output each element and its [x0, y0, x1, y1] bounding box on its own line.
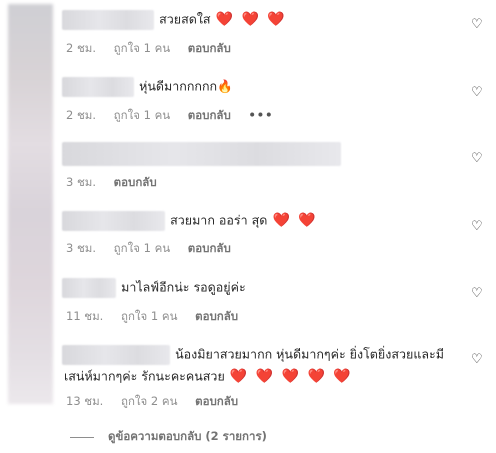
heart-emojis: ❤️ ❤️ ❤️ [215, 11, 287, 28]
like-count[interactable]: ถูกใจ 1 คน [121, 309, 177, 323]
timestamp: 2 ชม. [66, 41, 97, 55]
view-replies-label: ดูข้อความตอบกลับ (2 รายการ) [108, 429, 267, 443]
comment-text-line-2: เสน่ห์มากๆค่ะ รักนะคะคนสวย [64, 368, 225, 384]
comment-4-meta: 3 ชม. ถูกใจ 1 คน ตอบกลับ [66, 240, 245, 258]
like-count[interactable]: ถูกใจ 2 คน [121, 394, 177, 408]
view-replies-button[interactable]: ดูข้อความตอบกลับ (2 รายการ) [70, 428, 267, 446]
comment-1-meta: 2 ชม. ถูกใจ 1 คน ตอบกลับ [66, 40, 245, 58]
heart-outline-icon[interactable]: ♡ [471, 287, 484, 300]
comment-4: สวยมาก ออร่า สุด ❤️ ❤️ [62, 210, 496, 231]
divider-line [70, 436, 94, 438]
username-blurred[interactable] [62, 210, 165, 231]
comment-6-meta: 13 ชม. ถูกใจ 2 คน ตอบกลับ [66, 393, 252, 411]
heart-emojis: ❤️ ❤️ ❤️ ❤️ ❤️ [229, 368, 353, 385]
heart-outline-icon[interactable]: ♡ [471, 353, 484, 366]
heart-outline-icon[interactable]: ♡ [471, 86, 484, 99]
heart-outline-icon[interactable]: ♡ [471, 220, 484, 233]
comment-text: สวยสดใส [159, 11, 211, 27]
username-blurred[interactable] [62, 76, 134, 97]
reply-button[interactable]: ตอบกลับ [114, 175, 157, 189]
reply-button[interactable]: ตอบกลับ [195, 394, 238, 408]
reply-button[interactable]: ตอบกลับ [188, 108, 231, 122]
comment-text: มาไลฟ์อีกน่ะ รอดูอยู่ค่ะ [121, 279, 246, 295]
timestamp: 11 ชม. [66, 309, 104, 323]
username-blurred[interactable] [62, 344, 170, 365]
comment-6: น้องมิยาสวยมากก หุ่นดีมากๆค่ะ ยิ่งโตยิ่ง… [62, 344, 496, 365]
username-blurred[interactable] [62, 9, 154, 30]
comment-text-line-1: น้องมิยาสวยมากก หุ่นดีมากๆค่ะ ยิ่งโตยิ่ง… [175, 346, 444, 362]
heart-outline-icon[interactable]: ♡ [471, 152, 484, 165]
reply-button[interactable]: ตอบกลับ [188, 41, 231, 55]
more-options-icon[interactable]: ••• [248, 108, 273, 122]
comment-3 [62, 142, 496, 166]
comment-2: หุ่นดีมากกกกก🔥 [62, 76, 496, 97]
comment-6-line-2: เสน่ห์มากๆค่ะ รักนะคะคนสวย ❤️ ❤️ ❤️ ❤️ ❤… [64, 366, 496, 387]
avatar-column [8, 4, 53, 404]
heart-emojis: ❤️ ❤️ [272, 212, 318, 229]
comment-2-meta: 2 ชม. ถูกใจ 1 คน ตอบกลับ ••• [66, 107, 288, 125]
comment-3-meta: 3 ชม. ตอบกลับ [66, 174, 171, 192]
like-count[interactable]: ถูกใจ 1 คน [114, 241, 170, 255]
comment-text: หุ่นดีมากกกกก🔥 [139, 78, 233, 94]
timestamp: 3 ชม. [66, 241, 97, 255]
comment-5: มาไลฟ์อีกน่ะ รอดูอยู่ค่ะ [62, 277, 496, 298]
reply-button[interactable]: ตอบกลับ [195, 309, 238, 323]
comment-text-blurred [62, 142, 341, 166]
timestamp: 13 ชม. [66, 394, 104, 408]
reply-button[interactable]: ตอบกลับ [188, 241, 231, 255]
timestamp: 3 ชม. [66, 175, 97, 189]
like-count[interactable]: ถูกใจ 1 คน [114, 108, 170, 122]
comment-1: สวยสดใส ❤️ ❤️ ❤️ [62, 9, 496, 30]
timestamp: 2 ชม. [66, 108, 97, 122]
username-blurred[interactable] [62, 277, 116, 298]
heart-outline-icon[interactable]: ♡ [471, 18, 484, 31]
comment-5-meta: 11 ชม. ถูกใจ 1 คน ตอบกลับ [66, 308, 252, 326]
like-count[interactable]: ถูกใจ 1 คน [114, 41, 170, 55]
comment-text: สวยมาก ออร่า สุด [170, 212, 268, 228]
